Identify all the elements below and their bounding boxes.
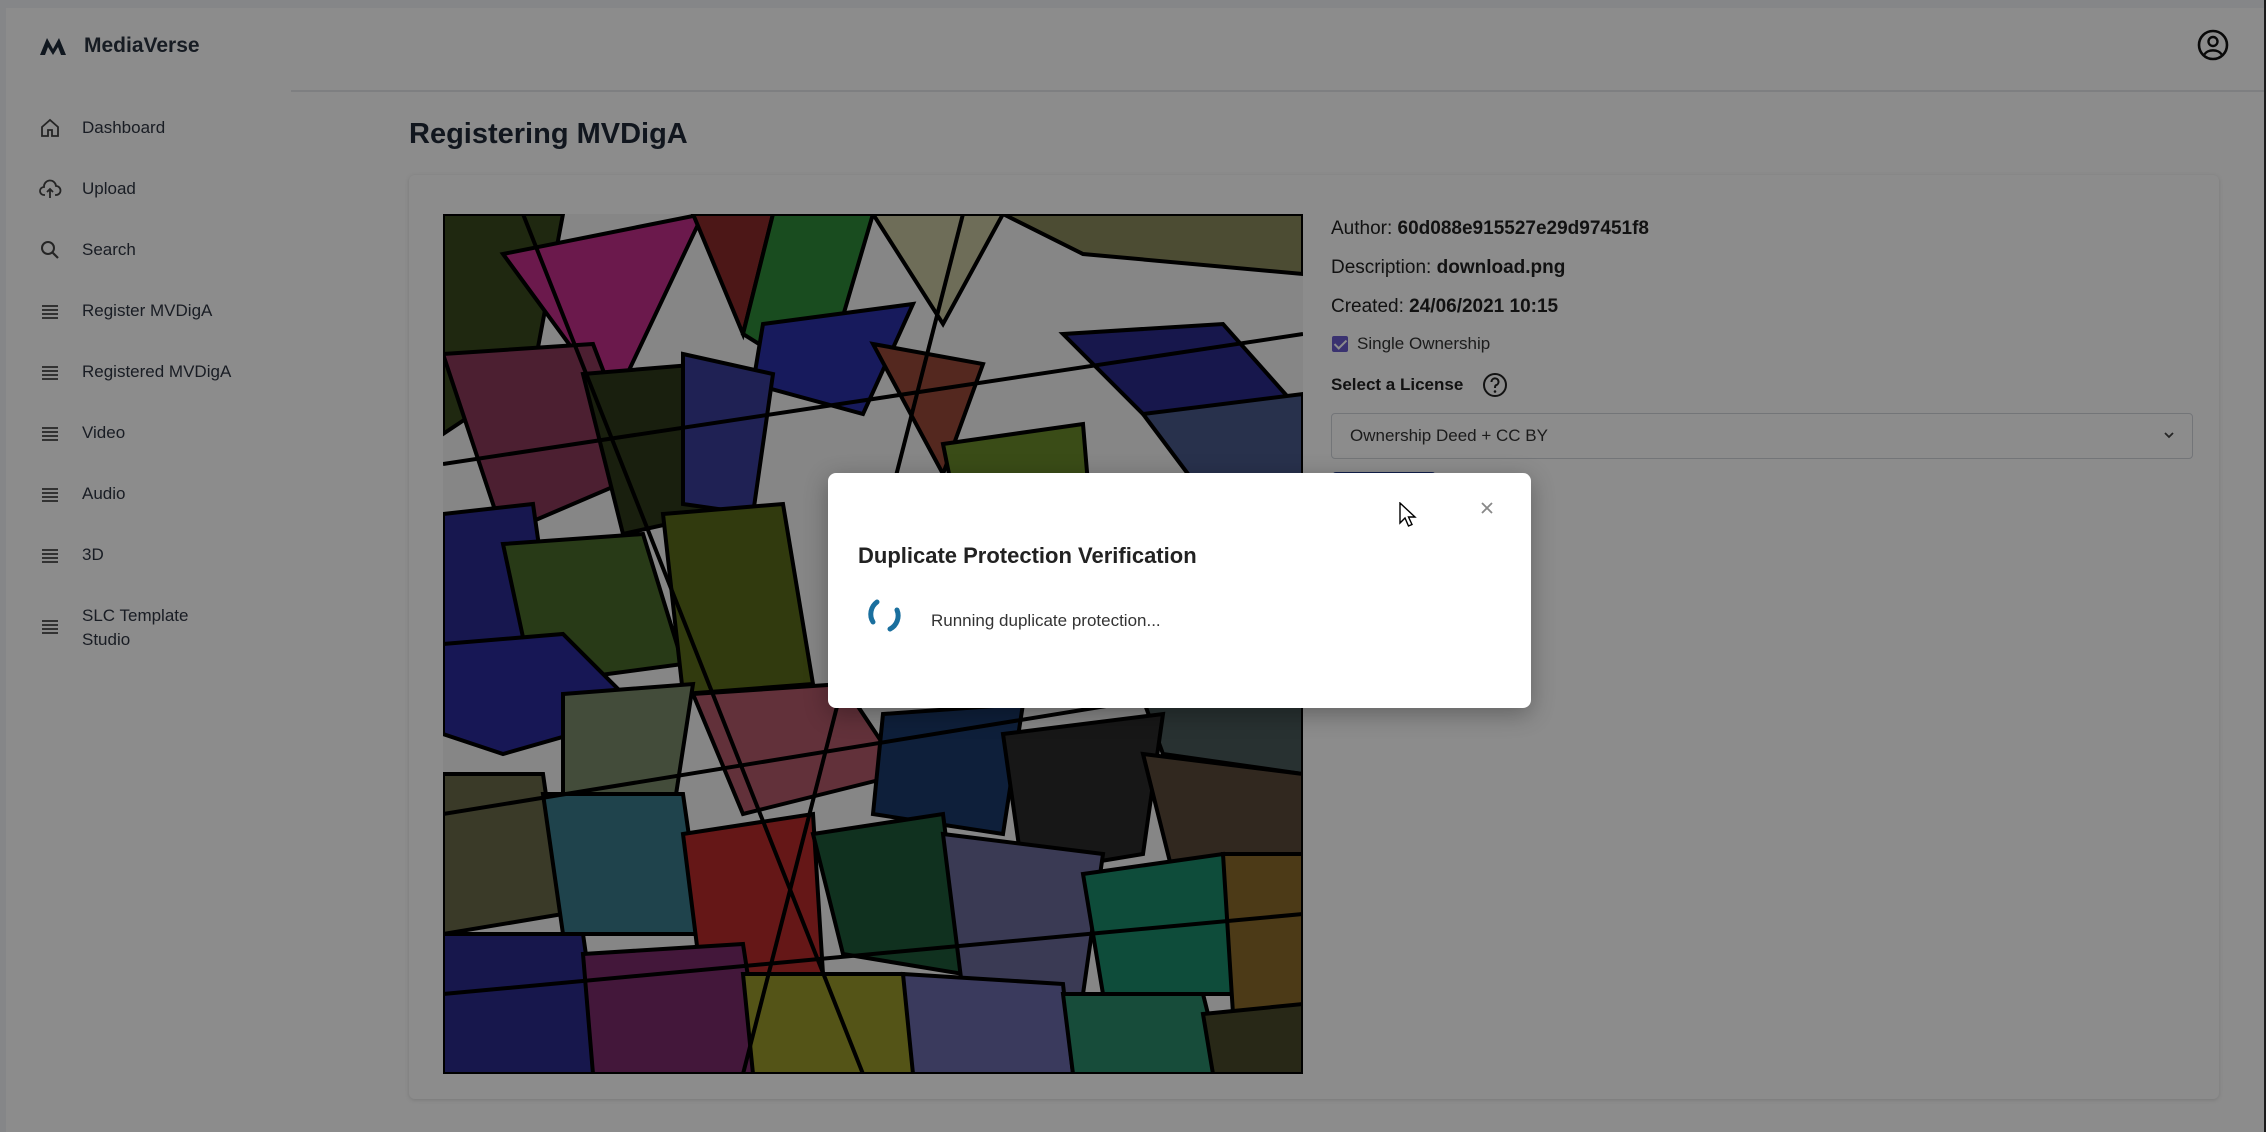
close-icon[interactable] — [1477, 498, 1497, 518]
duplicate-protection-modal: Duplicate Protection Verification Runnin… — [828, 473, 1531, 708]
modal-title: Duplicate Protection Verification — [858, 543, 1197, 568]
modal-status-text: Running duplicate protection... — [931, 611, 1161, 630]
mouse-cursor-icon — [1399, 502, 1417, 527]
loading-spinner-icon — [868, 599, 901, 632]
